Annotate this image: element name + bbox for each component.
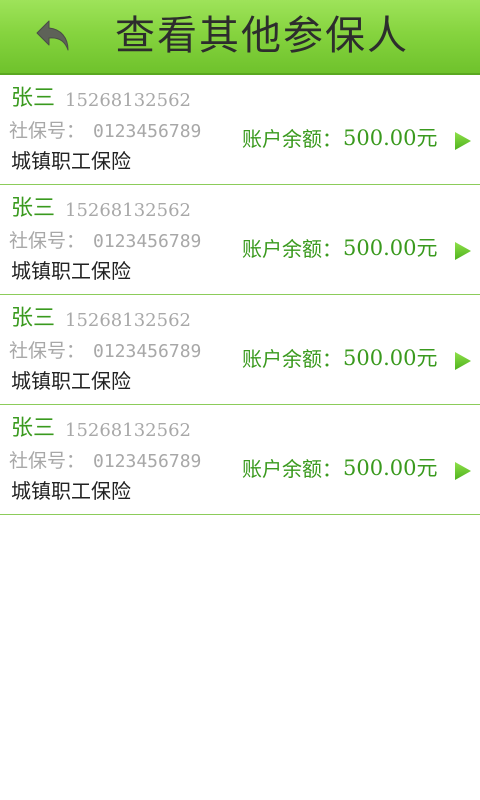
balance-label: 账户余额： xyxy=(242,347,342,371)
insurance-type: 城镇职工保险 xyxy=(11,479,131,503)
balance-value: 500.00元 xyxy=(343,236,438,260)
insurance-type: 城镇职工保险 xyxy=(11,369,131,393)
insurance-type: 城镇职工保险 xyxy=(11,149,131,173)
social-security-label: 社保号： xyxy=(9,120,86,142)
balance-value: 500.00元 xyxy=(343,126,438,150)
list-item[interactable]: 张三 15268132562 社保号： 0123456789 城镇职工保险 账户… xyxy=(0,295,480,405)
balance-value: 500.00元 xyxy=(343,456,438,480)
chevron-right-icon[interactable] xyxy=(454,461,472,481)
list-item[interactable]: 张三 15268132562 社保号： 0123456789 城镇职工保险 账户… xyxy=(0,75,480,185)
social-security-number: 0123456789 xyxy=(93,121,202,142)
balance-value: 500.00元 xyxy=(343,346,438,370)
insured-name: 张三 xyxy=(11,86,56,111)
social-security-label: 社保号： xyxy=(9,230,86,252)
insured-name: 张三 xyxy=(11,196,56,221)
list-item[interactable]: 张三 15268132562 社保号： 0123456789 城镇职工保险 账户… xyxy=(0,185,480,295)
chevron-right-icon[interactable] xyxy=(454,131,472,151)
balance-label: 账户余额： xyxy=(242,127,342,151)
page-title: 查看其他参保人 xyxy=(115,13,409,59)
social-security-label: 社保号： xyxy=(9,450,86,472)
insured-list: 张三 15268132562 社保号： 0123456789 城镇职工保险 账户… xyxy=(0,75,480,515)
insured-name: 张三 xyxy=(11,416,56,441)
insured-phone: 15268132562 xyxy=(65,310,191,331)
balance-label: 账户余额： xyxy=(242,237,342,261)
chevron-right-icon[interactable] xyxy=(454,351,472,371)
social-security-number: 0123456789 xyxy=(93,231,202,252)
title-bar: 查看其他参保人 xyxy=(0,0,480,75)
social-security-number: 0123456789 xyxy=(93,451,202,472)
list-item[interactable]: 张三 15268132562 社保号： 0123456789 城镇职工保险 账户… xyxy=(0,405,480,515)
insured-phone: 15268132562 xyxy=(65,90,191,111)
balance-label: 账户余额： xyxy=(242,457,342,481)
insured-name: 张三 xyxy=(11,306,56,331)
insurance-type: 城镇职工保险 xyxy=(11,259,131,283)
insured-phone: 15268132562 xyxy=(65,420,191,441)
chevron-right-icon[interactable] xyxy=(454,241,472,261)
social-security-number: 0123456789 xyxy=(93,341,202,362)
social-security-label: 社保号： xyxy=(9,340,86,362)
insured-phone: 15268132562 xyxy=(65,200,191,221)
